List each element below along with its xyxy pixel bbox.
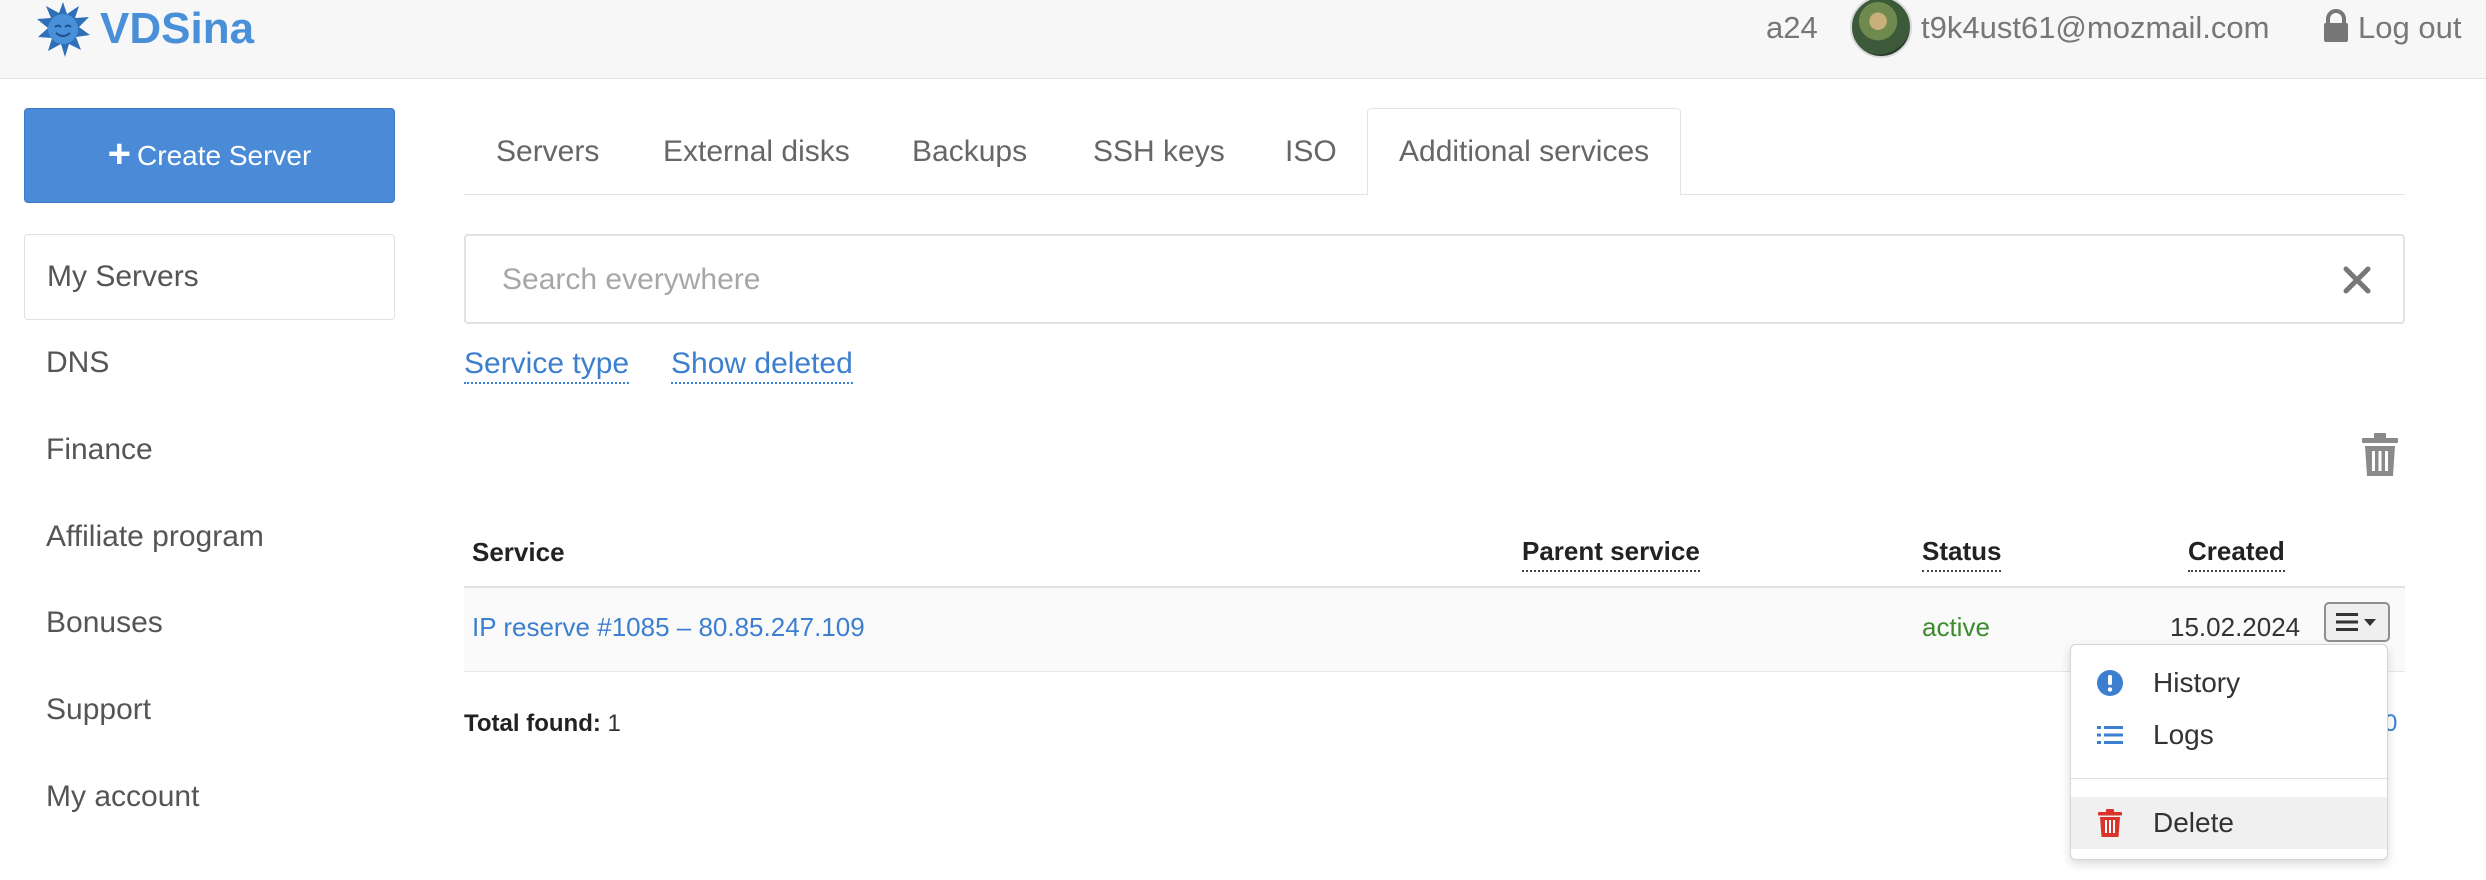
sidebar-item-label: Bonuses	[46, 606, 163, 639]
user-email[interactable]: t9k4ust61@mozmail.com	[1921, 10, 2269, 46]
tab-additional-services[interactable]: Additional services	[1367, 108, 1682, 196]
service-link[interactable]: IP reserve #1085 – 80.85.247.109	[472, 608, 865, 646]
sidebar-item-label: My Servers	[47, 260, 199, 293]
top-header: VDSina a24 t9k4ust61@mozmail.com Log out	[0, 0, 2486, 79]
menu-item-label: Delete	[2153, 807, 2234, 838]
total-found: Total found: 1	[464, 710, 621, 738]
hamburger-caret-icon	[2336, 613, 2376, 631]
menu-item-label: History	[2153, 667, 2241, 698]
created-date: 15.02.2024	[2170, 612, 2301, 642]
sidebar-item-finance[interactable]: Finance	[24, 407, 395, 493]
menu-divider	[2071, 778, 2387, 779]
show-deleted-filter[interactable]: Show deleted	[671, 346, 853, 384]
menu-item-delete[interactable]: Delete	[2071, 797, 2387, 849]
avatar[interactable]	[1850, 0, 1912, 58]
menu-item-history[interactable]: History	[2071, 657, 2387, 709]
column-header-created[interactable]: Created	[2188, 532, 2285, 572]
trash-icon	[2098, 809, 2122, 837]
lock-icon	[2324, 9, 2348, 42]
sidebar-item-bonuses[interactable]: Bonuses	[24, 580, 395, 666]
total-found-value: 1	[607, 710, 621, 737]
logo-text: VDSina	[100, 4, 255, 53]
tab-external-disks[interactable]: External disks	[663, 108, 850, 195]
sun-logo-icon	[37, 2, 90, 57]
row-actions-button[interactable]	[2324, 602, 2390, 642]
sidebar-item-label: Finance	[46, 433, 153, 466]
sidebar-item-my-servers[interactable]: My Servers	[24, 234, 395, 320]
sidebar-item-support[interactable]: Support	[24, 667, 395, 753]
tab-bar: Servers External disks Backups SSH keys …	[464, 108, 2405, 196]
logout-link[interactable]: Log out	[2322, 9, 2462, 46]
tab-iso[interactable]: ISO	[1285, 108, 1337, 195]
plus-icon: +	[107, 131, 132, 176]
tab-servers[interactable]: Servers	[496, 108, 599, 195]
sidebar-item-dns[interactable]: DNS	[24, 320, 395, 406]
sidebar-item-label: Affiliate program	[46, 520, 264, 553]
create-server-label: Create Server	[137, 139, 312, 171]
logout-label: Log out	[2358, 10, 2462, 45]
sidebar-item-label: Support	[46, 693, 152, 726]
row-actions-menu: History Logs Delete	[2070, 644, 2388, 860]
create-server-button[interactable]: + Create Server	[24, 108, 395, 203]
column-header-status[interactable]: Status	[1922, 532, 2002, 572]
sidebar-item-label: DNS	[46, 346, 110, 379]
column-header-parent-service[interactable]: Parent service	[1522, 532, 1700, 572]
sidebar-item-my-account[interactable]: My account	[24, 754, 395, 840]
tab-ssh-keys[interactable]: SSH keys	[1093, 108, 1225, 195]
user-id: a24	[1766, 10, 1818, 45]
service-type-filter[interactable]: Service type	[464, 346, 630, 384]
trash-icon[interactable]	[2360, 432, 2400, 478]
search-box	[464, 234, 2405, 324]
column-header-service: Service	[472, 537, 565, 567]
status-badge: active	[1922, 612, 1990, 642]
menu-item-label: Logs	[2153, 719, 2214, 750]
sidebar-item-affiliate-program[interactable]: Affiliate program	[24, 494, 395, 580]
exclamation-circle-icon	[2097, 670, 2123, 696]
sidebar-item-label: My account	[46, 780, 200, 813]
list-icon	[2097, 726, 2123, 744]
total-found-label: Total found:	[464, 710, 601, 737]
menu-item-logs[interactable]: Logs	[2071, 709, 2387, 761]
search-input[interactable]	[502, 256, 2282, 304]
tab-backups[interactable]: Backups	[912, 108, 1027, 195]
logo[interactable]: VDSina	[34, 0, 254, 58]
clear-search-icon[interactable]	[2341, 264, 2373, 296]
